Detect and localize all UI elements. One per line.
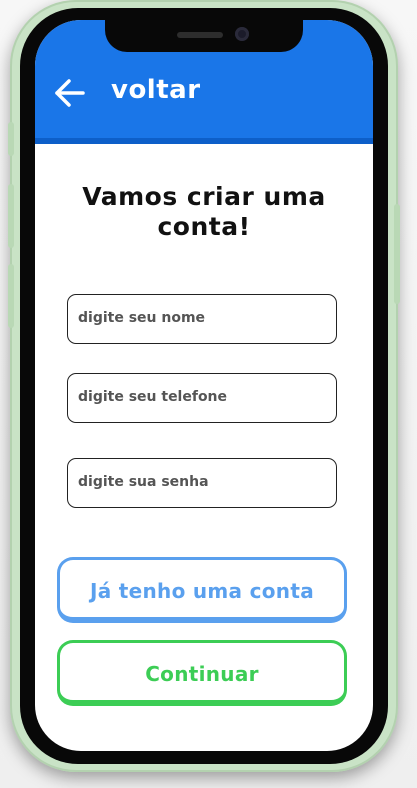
continue-button[interactable]: Continuar bbox=[57, 640, 347, 706]
phone-screen: voltar Vamos criar uma conta! digite seu… bbox=[35, 20, 373, 751]
phone-field[interactable]: digite seu telefone bbox=[67, 373, 337, 423]
speaker-grille bbox=[177, 32, 223, 38]
password-field[interactable]: digite sua senha bbox=[67, 458, 337, 508]
side-button-mute bbox=[8, 122, 14, 156]
password-field-placeholder: digite sua senha bbox=[78, 474, 209, 490]
side-button-volume-down bbox=[8, 264, 14, 328]
name-field-placeholder: digite seu nome bbox=[78, 310, 206, 326]
continue-button-label: Continuar bbox=[145, 662, 259, 686]
phone-notch bbox=[105, 20, 303, 52]
camera-icon bbox=[235, 27, 249, 41]
have-account-button[interactable]: Já tenho uma conta bbox=[57, 557, 347, 623]
arrow-left-icon[interactable] bbox=[53, 76, 87, 110]
name-field[interactable]: digite seu nome bbox=[67, 294, 337, 344]
side-button-power bbox=[394, 204, 400, 304]
stage: voltar Vamos criar uma conta! digite seu… bbox=[0, 0, 417, 788]
phone-field-placeholder: digite seu telefone bbox=[78, 389, 228, 405]
have-account-button-label: Já tenho uma conta bbox=[89, 579, 315, 603]
back-link[interactable]: voltar bbox=[111, 75, 201, 105]
page-title: Vamos criar uma conta! bbox=[82, 182, 326, 241]
side-button-volume-up bbox=[8, 184, 14, 248]
